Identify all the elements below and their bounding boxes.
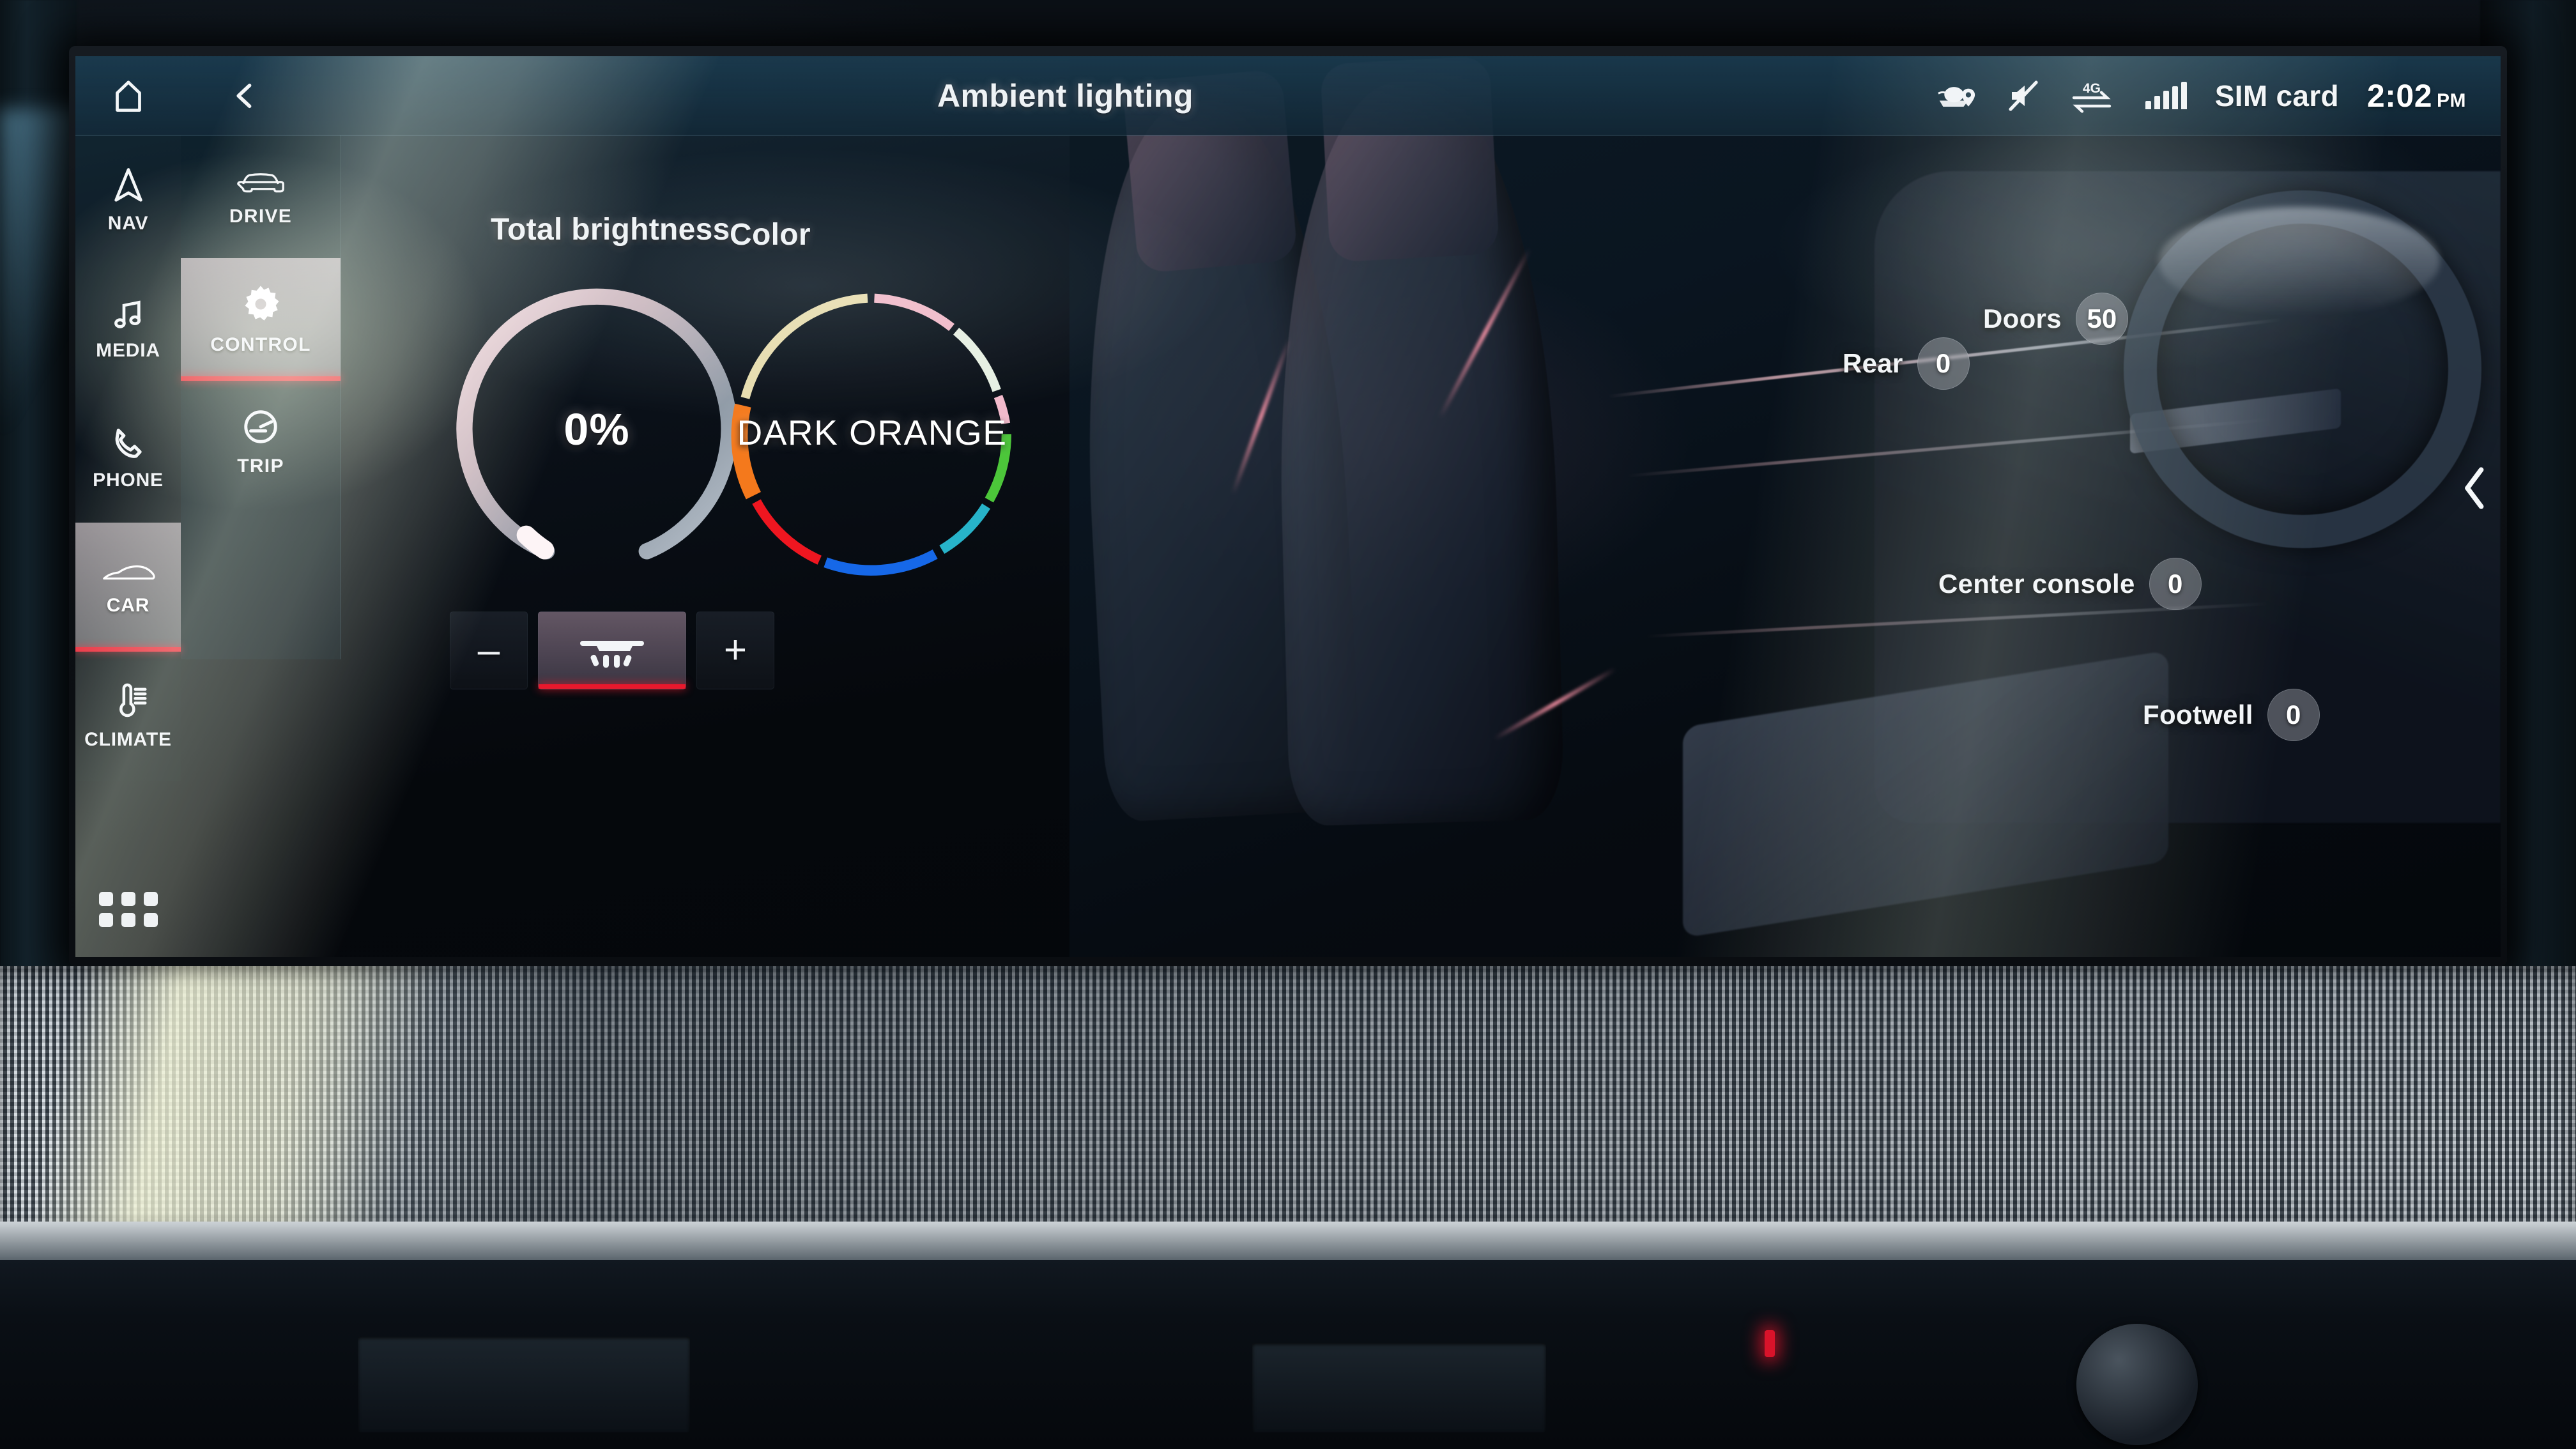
home-icon: [115, 80, 141, 112]
signal-bars-icon: [2145, 81, 2187, 109]
clock-time: 2:02: [2366, 77, 2432, 114]
zone-rear[interactable]: Rear 0: [1843, 337, 1970, 390]
lower-console: [0, 1260, 2576, 1449]
speedometer-icon: [244, 410, 277, 443]
sidebar-item-nav[interactable]: NAV: [75, 135, 181, 264]
sidebar-item-car[interactable]: CAR: [75, 523, 181, 652]
color-wheel[interactable]: DARK ORANGE: [722, 282, 1022, 583]
subbar-item-drive[interactable]: DRIVE: [181, 135, 341, 258]
speaker-muted-icon[interactable]: [2006, 79, 2041, 112]
minus-icon: –: [477, 628, 500, 672]
sidebar-item-label: CAR: [106, 595, 150, 616]
network-label: SIM card: [2214, 79, 2339, 112]
sidebar-item-media[interactable]: MEDIA: [75, 264, 181, 394]
clock: 2:02 PM: [2367, 77, 2466, 114]
primary-sidebar: NAV MEDIA PHONE CAR CLIMATE: [75, 135, 181, 957]
status-led: [1765, 1330, 1775, 1357]
subbar-item-label: CONTROL: [210, 334, 311, 355]
zone-label: Rear: [1843, 348, 1903, 378]
status-bar: Ambient lighting 4G SIM card 2:02 PM: [75, 56, 2501, 135]
page-title: Ambient lighting: [937, 77, 1193, 114]
color-title: Color: [730, 218, 811, 252]
next-page-button[interactable]: [2461, 465, 2489, 511]
console-knob[interactable]: [2076, 1324, 2198, 1445]
subbar-item-trip[interactable]: TRIP: [181, 381, 341, 503]
chevron-left-icon: [2465, 467, 2484, 509]
zone-center-console[interactable]: Center console 0: [1938, 558, 2202, 610]
zone-doors[interactable]: Doors 50: [1983, 293, 2128, 345]
car-front-icon: [237, 173, 284, 193]
sidebar-item-label: NAV: [107, 213, 149, 234]
clock-ampm: PM: [2437, 89, 2466, 111]
plus-icon: +: [723, 628, 747, 672]
brightness-decrease-button[interactable]: –: [450, 611, 528, 689]
brightness-title: Total brightness: [491, 213, 730, 247]
zone-value: 0: [1917, 337, 1970, 390]
4g-data-transfer-icon: 4G: [2069, 79, 2117, 113]
car-side-icon: [102, 565, 155, 580]
speaker-grille-shadow: [0, 966, 2576, 1222]
navigation-arrow-icon: [114, 168, 142, 202]
sidebar-item-label: MEDIA: [96, 340, 160, 361]
sidebar-item-climate[interactable]: CLIMATE: [75, 652, 181, 781]
infotainment-screen: Ambient lighting 4G SIM card 2:02 PM NAV…: [75, 56, 2501, 957]
zone-value: 0: [2149, 558, 2202, 610]
sidebar-item-phone[interactable]: PHONE: [75, 394, 181, 523]
zone-label: Center console: [1938, 569, 2135, 599]
selected-color-label: DARK ORANGE: [737, 413, 1008, 452]
screen-bezel: Ambient lighting 4G SIM card 2:02 PM NAV…: [69, 46, 2507, 966]
sidebar-item-label: CLIMATE: [84, 729, 172, 750]
home-button[interactable]: [75, 77, 181, 115]
phone-handset-icon: [115, 428, 142, 458]
zone-label: Footwell: [2143, 700, 2253, 730]
zone-label: Doors: [1983, 303, 2062, 334]
lower-trim-strip: [0, 1222, 2576, 1260]
secondary-sidebar: DRIVE CONTROL TRIP: [181, 135, 341, 659]
subbar-item-control[interactable]: CONTROL: [181, 258, 341, 381]
thermometer-icon: [119, 683, 146, 717]
brightness-dial[interactable]: 0%: [450, 282, 744, 576]
dashboard-scene: Ambient lighting 4G SIM card 2:02 PM NAV…: [0, 0, 2576, 1449]
brightness-value: 0%: [564, 404, 630, 454]
ceiling-light-icon: [580, 641, 644, 668]
map-location-icon[interactable]: [1937, 80, 1978, 112]
zone-value: 0: [2267, 689, 2320, 741]
gear-icon: [245, 286, 279, 321]
apps-grid-icon: [98, 891, 158, 927]
music-note-icon: [114, 300, 141, 328]
status-icons: 4G SIM card 2:02 PM: [1937, 77, 2501, 114]
interior-light-toggle[interactable]: [538, 611, 686, 689]
brightness-stepper: – +: [450, 611, 774, 689]
brightness-increase-button[interactable]: +: [696, 611, 774, 689]
apps-button[interactable]: [75, 861, 181, 957]
sidebar-item-label: PHONE: [93, 470, 164, 491]
lighting-controls: Total brightness 0% Color DARK ORANGE – …: [341, 135, 1440, 957]
subbar-item-label: TRIP: [237, 456, 284, 477]
console-vent-slot: [358, 1337, 690, 1432]
content-area: Doors 50 Rear 0 Center console 0 Footwel…: [341, 56, 2501, 957]
zone-value: 50: [2075, 293, 2128, 345]
console-vent-slot: [1252, 1343, 1546, 1432]
svg-text:4G: 4G: [2083, 81, 2101, 96]
zone-footwell[interactable]: Footwell 0: [2143, 689, 2320, 741]
subbar-item-label: DRIVE: [229, 206, 293, 227]
steering-wheel-highlight: [2159, 207, 2440, 316]
